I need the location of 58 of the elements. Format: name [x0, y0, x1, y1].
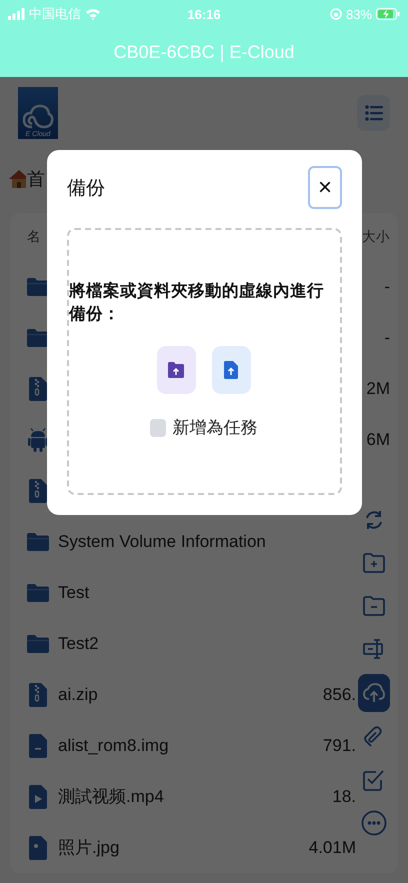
zip-file-icon: [29, 682, 47, 706]
task-checkbox[interactable]: [150, 418, 166, 436]
instruction-text: 將檔案或資料夾移動的虛線內進行備份：: [69, 280, 325, 325]
upload-folder-button[interactable]: [156, 346, 196, 394]
list-icon: [364, 105, 382, 121]
clock-time: 16:16: [187, 6, 221, 22]
file-name[interactable]: System Volume Information: [58, 532, 356, 552]
folder-icon: [27, 584, 49, 602]
column-header[interactable]: 大小: [362, 228, 390, 246]
file-icon: [29, 734, 47, 758]
more-icon: [361, 810, 387, 836]
wifi-icon: [85, 8, 101, 20]
file-size: -: [384, 276, 390, 296]
battery-icon: [376, 8, 400, 20]
folder-icon: [27, 532, 49, 550]
window-title: CB0E-6CBC | E-Cloud: [114, 42, 294, 63]
battery-percent: 83%: [346, 6, 372, 22]
upload-button[interactable]: [358, 674, 390, 712]
folder-icon: [27, 278, 49, 296]
refresh-icon: [363, 509, 385, 531]
file-size: -: [384, 328, 390, 348]
robot-icon: [28, 428, 48, 452]
breadcrumb-link[interactable]: 首: [27, 167, 45, 191]
file-name[interactable]: 測試视频.mp4: [58, 785, 332, 808]
folder-icon: [27, 328, 49, 346]
drop-zone[interactable]: 將檔案或資料夾移動的虛線內進行備份： 新增為任務: [67, 228, 342, 495]
house-icon: [8, 168, 26, 190]
folder-minus-icon: [363, 596, 385, 616]
file-name[interactable]: Test2: [58, 634, 356, 654]
folder-upload-icon: [168, 362, 184, 378]
text-cursor-icon: [363, 638, 385, 660]
file-name[interactable]: alist_rom8.img: [58, 736, 323, 756]
file-size: 791.: [322, 736, 356, 756]
checkbox-label: 新增為任務: [172, 417, 258, 439]
rotation-lock-icon: [330, 8, 342, 20]
file-size: 6M: [366, 430, 390, 450]
cloud-upload-icon: [363, 683, 385, 703]
folder-icon: [27, 634, 49, 652]
upload-file-button[interactable]: [212, 346, 250, 394]
signal-icon: [8, 8, 25, 20]
cloud-drawing: [22, 103, 54, 131]
file-size: 18.: [332, 786, 356, 806]
file-size: 856.: [322, 684, 356, 704]
video-file-icon: [29, 784, 47, 808]
dialog-title: 備份: [67, 176, 105, 200]
file-name[interactable]: ai.zip: [58, 684, 323, 704]
column-header[interactable]: 名: [27, 228, 41, 246]
image-file-icon: [29, 836, 47, 860]
menu-button[interactable]: [357, 95, 390, 131]
file-name[interactable]: 照片.jpg: [58, 836, 309, 859]
checkbox-icon: [363, 769, 385, 791]
file-size: 2M: [366, 378, 390, 398]
file-upload-icon: [224, 361, 238, 379]
carrier-name: 中国电信: [29, 5, 81, 23]
file-size: 4.01M: [308, 838, 356, 858]
file-name[interactable]: Test: [58, 582, 356, 602]
folder-plus-icon: [363, 553, 385, 573]
close-button[interactable]: ×: [308, 166, 342, 209]
